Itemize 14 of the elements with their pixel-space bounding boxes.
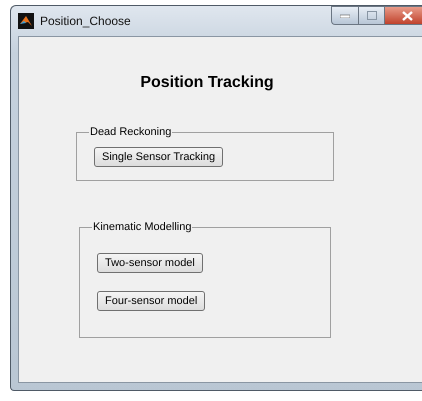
option-button[interactable]: Two-sensor model (97, 253, 203, 273)
group-title: Dead Reckoning (89, 126, 172, 138)
option-button[interactable]: Single Sensor Tracking (94, 147, 224, 167)
app-icon (18, 13, 34, 29)
group-title: Kinematic Modelling (92, 221, 192, 233)
heading: Position Tracking (139, 74, 275, 92)
close-button[interactable] (384, 6, 422, 25)
close-icon (402, 10, 413, 20)
minimize-button[interactable] (331, 6, 358, 25)
minimize-icon (340, 14, 350, 18)
maximize-button[interactable] (358, 6, 384, 25)
maximize-icon (366, 11, 376, 20)
window-title: Position_Choose (40, 14, 131, 28)
option-button[interactable]: Four-sensor model (97, 291, 206, 311)
